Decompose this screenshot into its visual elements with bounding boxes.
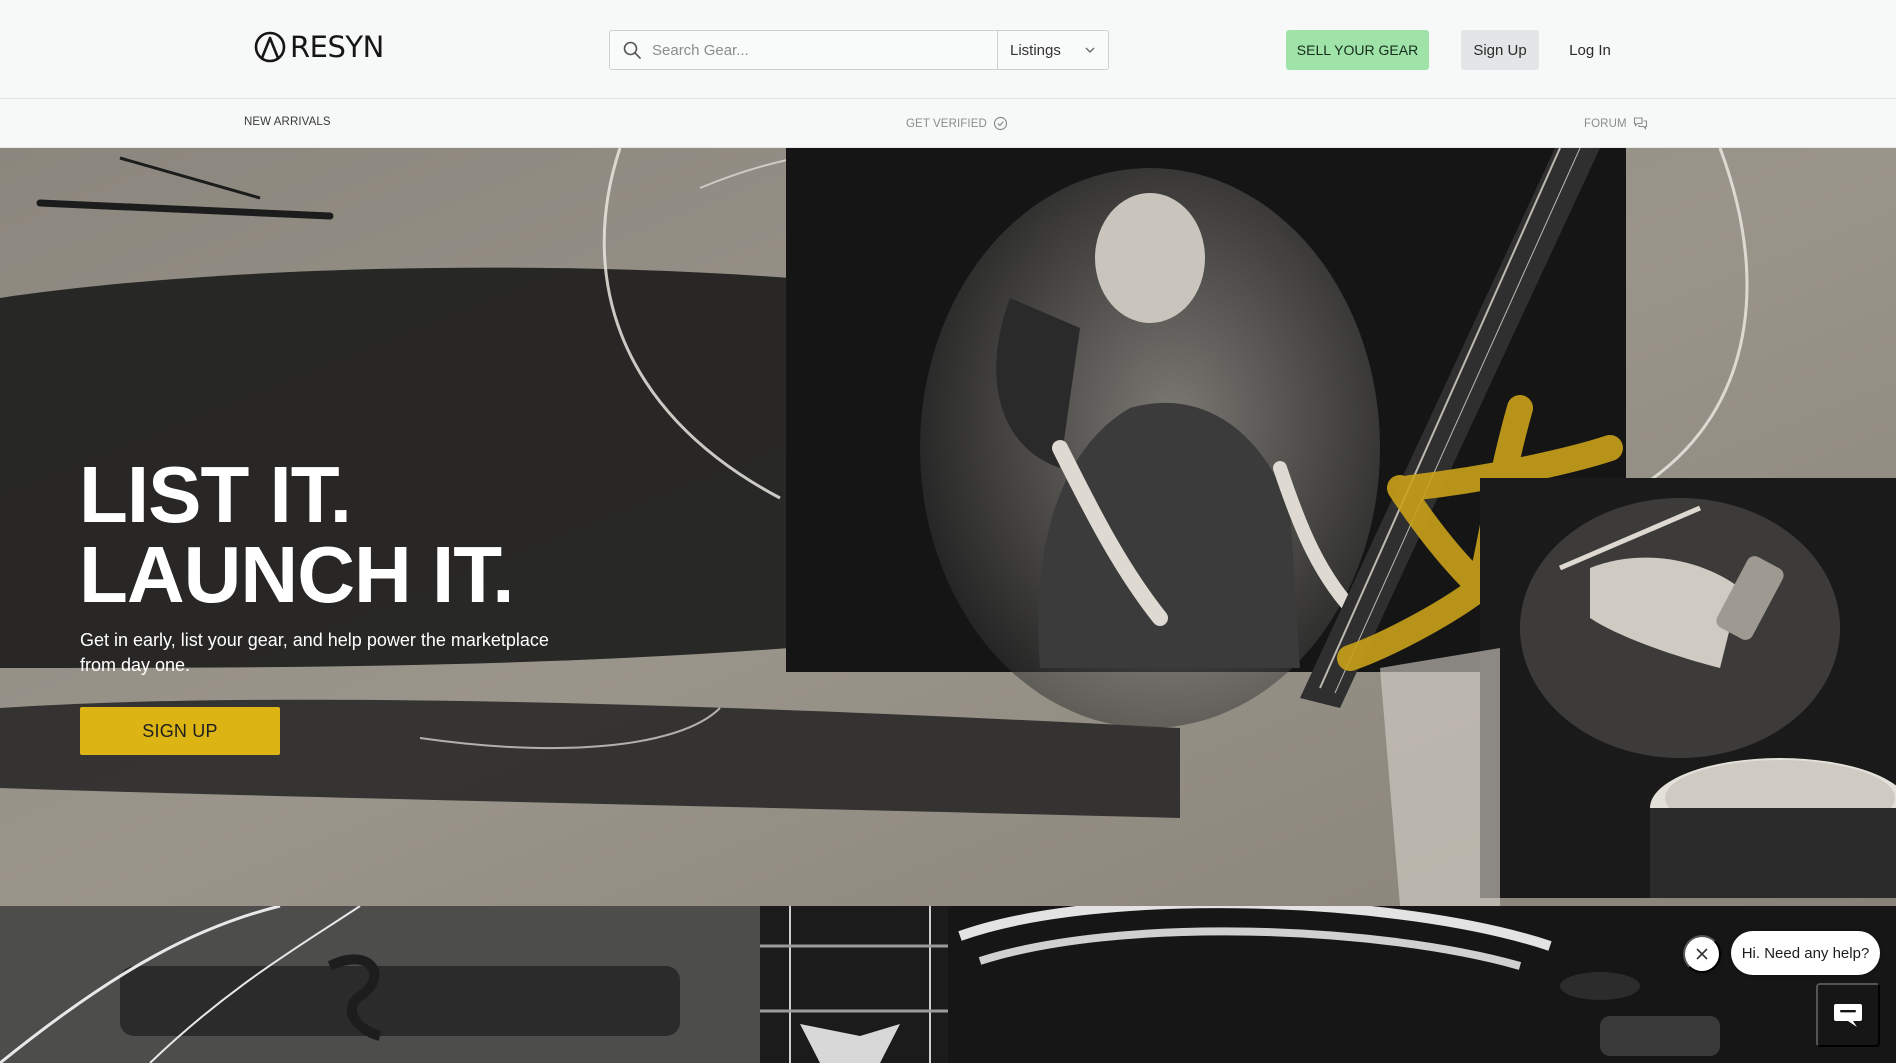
hero-title-line-2: LAUNCH IT. (79, 530, 514, 619)
nav-get-verified[interactable]: GET VERIFIED (906, 116, 1008, 131)
nav-get-verified-label: GET VERIFIED (906, 117, 987, 130)
sign-up-button[interactable]: Sign Up (1461, 30, 1539, 70)
hero-title: LIST IT. LAUNCH IT. (79, 455, 514, 615)
listings-dropdown-label: Listings (1010, 41, 1061, 59)
chat-bubbles-icon (1633, 117, 1647, 130)
check-circle-icon (993, 116, 1007, 131)
logo-text: RESYN (290, 30, 384, 64)
log-in-link[interactable]: Log In (1564, 30, 1616, 70)
hero-banner: LIST IT. LAUNCH IT. Get in early, list y… (0, 148, 1896, 906)
listings-dropdown[interactable]: Listings (998, 31, 1109, 69)
nav-new-arrivals-label: NEW ARRIVALS (244, 116, 331, 128)
nav-forum[interactable]: FORUM (1584, 116, 1648, 131)
close-icon (1696, 948, 1708, 960)
logo-mark-icon (254, 31, 286, 63)
search-bar: Listings (609, 30, 1109, 70)
hero-title-line-1: LIST IT. (79, 450, 352, 539)
hero-subtitle: Get in early, list your gear, and help p… (80, 630, 549, 675)
chat-launcher-button[interactable] (1816, 983, 1880, 1047)
chat-launcher-icon (1834, 1004, 1862, 1027)
hero-sign-up-button[interactable]: SIGN UP (80, 707, 280, 755)
sell-your-gear-button[interactable]: SELL YOUR GEAR (1286, 30, 1429, 70)
help-close-button[interactable] (1683, 935, 1721, 973)
search-icon (623, 41, 641, 59)
gear-collage-image (0, 906, 1896, 1063)
nav-new-arrivals[interactable]: NEW ARRIVALS (244, 116, 331, 128)
chevron-down-icon (1085, 47, 1095, 53)
sub-navigation: NEW ARRIVALS GET VERIFIED FORUM (0, 100, 1896, 148)
help-message-bubble[interactable]: Hi. Need any help? (1731, 931, 1880, 975)
logo[interactable]: RESYN (254, 30, 384, 64)
gear-image-strip (0, 906, 1896, 1063)
nav-forum-label: FORUM (1584, 117, 1627, 130)
site-header: RESYN Listings SELL YOUR GEAR Sign Up Lo… (0, 0, 1896, 99)
search-input[interactable] (652, 41, 992, 59)
